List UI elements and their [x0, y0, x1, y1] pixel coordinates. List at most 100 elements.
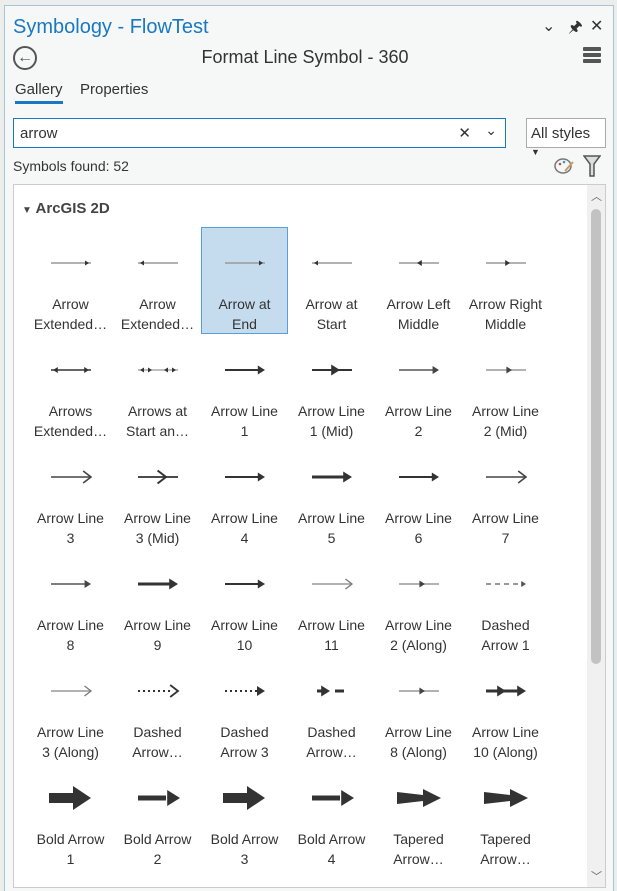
symbol-label: Arrow Left Middle — [386, 296, 451, 332]
styles-dropdown-value: All styles — [531, 125, 591, 142]
symbol-tile[interactable]: Arrow Line 2 — [375, 334, 462, 441]
symbol-tile[interactable]: Arrow Extended… — [27, 227, 114, 334]
filter-icon[interactable] — [583, 154, 601, 178]
symbol-tile[interactable]: Arrow Line 3 (Mid) — [114, 441, 201, 548]
symbol-label: Arrow Line 8 (Along) — [385, 724, 452, 760]
clear-search-icon[interactable]: ✕ — [458, 124, 471, 142]
arrow-symbol-icon — [224, 686, 265, 696]
symbol-label: Tapered Arrow… — [393, 831, 444, 867]
arrow-symbol-icon — [137, 367, 178, 373]
symbol-label: Dashed Arrow 3 — [220, 724, 269, 760]
symbol-tile[interactable]: Arrow Line 7 — [462, 441, 549, 548]
arrow-symbol-icon — [485, 685, 526, 697]
symbol-tile[interactable]: Arrow Line 1 (Mid) — [288, 334, 375, 441]
close-icon[interactable]: ✕ — [590, 16, 603, 36]
tab-properties[interactable]: Properties — [80, 81, 148, 98]
symbol-label: Arrow Line 1 — [211, 403, 278, 439]
symbol-tile[interactable]: Arrow Line 10 (Along) — [462, 655, 549, 762]
symbol-label: Arrow Line 1 (Mid) — [298, 403, 365, 439]
options-dropdown-icon[interactable]: ⌄ — [542, 16, 555, 36]
symbol-tile[interactable]: Tapered Arrow… — [375, 762, 462, 869]
symbol-tile[interactable]: Arrow Line 1 — [201, 334, 288, 441]
arrow-symbol-icon — [311, 364, 352, 376]
arrow-symbol-icon — [311, 471, 352, 483]
arrow-symbol-icon — [224, 579, 265, 589]
group-header[interactable]: ▼ ArcGIS 2D — [22, 200, 110, 217]
scroll-up-icon[interactable]: ︿ — [591, 188, 602, 204]
symbol-tile[interactable]: Arrows Extended… — [27, 334, 114, 441]
palette-icon[interactable] — [553, 156, 575, 176]
symbol-tile[interactable]: Bold Arrow 4 — [288, 762, 375, 869]
symbol-tile[interactable]: Arrow Right Middle — [462, 227, 549, 334]
symbol-tile[interactable]: Arrow Line 5 — [288, 441, 375, 548]
symbol-tile[interactable]: Arrow Line 10 — [201, 548, 288, 655]
symbol-grid: Arrow Extended… Arrow Extended… Arrow at En… — [27, 227, 549, 869]
symbol-tile[interactable]: Arrow at Start — [288, 227, 375, 334]
scroll-down-icon[interactable]: ﹀ — [591, 868, 602, 884]
symbol-tile[interactable]: Arrow Line 8 — [27, 548, 114, 655]
symbol-tile[interactable]: Arrow Line 3 — [27, 441, 114, 548]
arrow-symbol-icon — [396, 789, 441, 807]
arrow-symbol-icon — [222, 786, 265, 810]
symbol-label: Tapered Arrow… — [480, 831, 531, 867]
symbol-tile[interactable]: Dashed Arrow 1 — [462, 548, 549, 655]
symbol-label: Arrow Extended… — [120, 296, 195, 332]
symbol-tile[interactable]: Arrow Line 3 (Along) — [27, 655, 114, 762]
vertical-scrollbar[interactable]: ︿ ﹀ — [587, 185, 605, 887]
arrow-symbol-icon — [137, 684, 179, 698]
symbol-tile[interactable]: Arrow Line 9 — [114, 548, 201, 655]
symbol-label: Dashed Arrow… — [306, 724, 357, 760]
symbol-tile[interactable]: Arrow at End — [201, 227, 288, 334]
symbol-label: Arrows Extended… — [33, 403, 108, 439]
symbol-tile[interactable]: Bold Arrow 1 — [27, 762, 114, 869]
arrow-symbol-icon — [137, 469, 178, 485]
scrollbar-thumb[interactable] — [591, 209, 601, 664]
symbol-tile[interactable]: Arrow Line 6 — [375, 441, 462, 548]
chevron-down-icon: ▼ — [22, 205, 32, 216]
symbol-label: Bold Arrow 3 — [210, 831, 279, 867]
symbol-label: Arrow Line 5 — [298, 510, 365, 546]
symbol-label: Arrow Line 2 (Along) — [385, 617, 452, 653]
arrow-symbol-icon — [485, 260, 526, 266]
search-history-dropdown-icon[interactable]: ⌄ — [485, 122, 497, 139]
symbol-tile[interactable]: Dashed Arrow 3 — [201, 655, 288, 762]
symbol-tile[interactable]: Arrow Line 11 — [288, 548, 375, 655]
symbol-label: Arrow at Start — [305, 296, 358, 332]
symbol-tile[interactable]: Dashed Arrow… — [114, 655, 201, 762]
symbol-tile[interactable]: Arrow Line 2 (Along) — [375, 548, 462, 655]
symbol-label: Arrow Line 2 — [385, 403, 452, 439]
symbol-tile[interactable]: Bold Arrow 2 — [114, 762, 201, 869]
symbol-label: Arrow Line 9 — [124, 617, 191, 653]
symbol-label: Dashed Arrow 1 — [481, 617, 530, 653]
symbol-tile[interactable]: Arrows at Start an… — [114, 334, 201, 441]
symbology-pane: Symbology - FlowTest ⌄ 🖈 ✕ ← Format Line… — [4, 5, 614, 891]
search-input[interactable] — [14, 119, 434, 148]
symbol-tile[interactable]: Arrow Left Middle — [375, 227, 462, 334]
styles-dropdown[interactable]: All styles ▼ — [526, 118, 606, 157]
symbol-label: Arrow Line 2 (Mid) — [472, 403, 539, 439]
symbol-tile[interactable]: Tapered Arrow… — [462, 762, 549, 869]
symbol-label: Arrow Line 3 (Mid) — [124, 510, 191, 546]
symbol-tile[interactable]: Arrow Line 8 (Along) — [375, 655, 462, 762]
group-label: ArcGIS 2D — [35, 200, 110, 217]
arrow-symbol-icon — [398, 366, 439, 374]
pin-icon[interactable]: 🖈 — [568, 16, 583, 43]
symbol-label: Arrow Line 8 — [37, 617, 104, 653]
menu-icon[interactable] — [583, 47, 601, 65]
symbol-tile[interactable]: Arrow Line 4 — [201, 441, 288, 548]
symbol-tile[interactable]: Bold Arrow 3 — [201, 762, 288, 869]
symbol-label: Arrow Line 3 (Along) — [37, 724, 104, 760]
symbol-tile[interactable]: Arrow Extended… — [114, 227, 201, 334]
arrow-symbol-icon — [398, 260, 439, 266]
symbol-label: Bold Arrow 4 — [297, 831, 366, 867]
arrow-symbol-icon — [398, 580, 439, 588]
symbol-tile[interactable]: Arrow Line 2 (Mid) — [462, 334, 549, 441]
arrow-symbol-icon — [483, 789, 528, 807]
symbol-gallery: ▼ ArcGIS 2D Arrow Extended… Arrow Extended… — [13, 184, 606, 888]
arrow-symbol-icon — [398, 472, 439, 482]
tab-gallery[interactable]: Gallery — [15, 81, 63, 104]
arrow-symbol-icon — [316, 685, 344, 697]
symbol-tile[interactable]: Dashed Arrow… — [288, 655, 375, 762]
symbol-label: Arrow Line 6 — [385, 510, 452, 546]
search-box: ✕ ⌄ — [13, 118, 506, 148]
